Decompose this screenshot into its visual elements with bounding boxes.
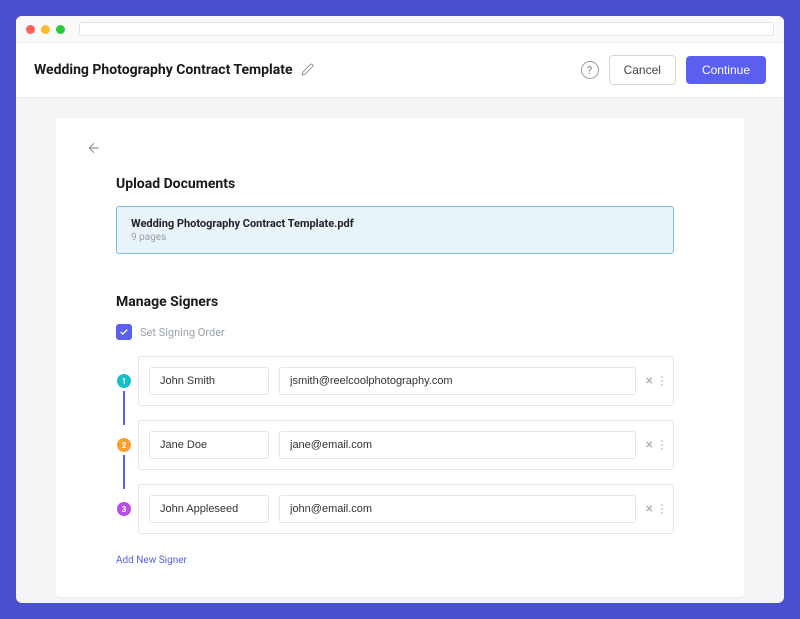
doc-name: Wedding Photography Contract Template.pd…: [131, 217, 659, 230]
connector-line: [123, 455, 125, 489]
minimize-window-icon[interactable]: [41, 25, 50, 34]
drag-handle-icon[interactable]: [661, 440, 663, 450]
main-card: Upload Documents Wedding Photography Con…: [56, 118, 744, 597]
order-badge: 3: [117, 502, 131, 516]
remove-signer-icon[interactable]: ×: [646, 501, 653, 517]
signer-email-input[interactable]: [279, 431, 636, 459]
remove-signer-icon[interactable]: ×: [646, 437, 653, 453]
remove-signer-icon[interactable]: ×: [646, 373, 653, 389]
connector-line: [123, 391, 125, 425]
signer-name-input[interactable]: [149, 367, 269, 395]
upload-section: Upload Documents Wedding Photography Con…: [86, 176, 684, 567]
signer-row: 2 ×: [138, 420, 674, 470]
order-badge: 2: [117, 438, 131, 452]
row-actions: ×: [646, 501, 663, 517]
help-icon[interactable]: ?: [581, 61, 599, 79]
row-actions: ×: [646, 373, 663, 389]
order-badge: 1: [117, 374, 131, 388]
signer-email-input[interactable]: [279, 495, 636, 523]
app-window: Wedding Photography Contract Template ? …: [16, 16, 784, 603]
signing-order-checkbox[interactable]: [116, 324, 132, 340]
signer-name-input[interactable]: [149, 431, 269, 459]
continue-button[interactable]: Continue: [686, 56, 766, 84]
signing-order-label: Set Signing Order: [140, 326, 225, 339]
signer-row: 3 ×: [138, 484, 674, 534]
content-area: Upload Documents Wedding Photography Con…: [16, 98, 784, 603]
manage-title: Manage Signers: [116, 294, 674, 310]
uploaded-document[interactable]: Wedding Photography Contract Template.pd…: [116, 206, 674, 254]
page-title: Wedding Photography Contract Template: [34, 62, 293, 78]
titlebar: [16, 16, 784, 43]
row-actions: ×: [646, 437, 663, 453]
back-arrow-icon[interactable]: [86, 140, 102, 160]
signing-order-row: Set Signing Order: [116, 324, 674, 340]
page-header: Wedding Photography Contract Template ? …: [16, 43, 784, 98]
header-left: Wedding Photography Contract Template: [34, 61, 314, 80]
add-signer-link[interactable]: Add New Signer: [116, 555, 187, 566]
header-right: ? Cancel Continue: [581, 55, 766, 85]
signer-email-input[interactable]: [279, 367, 636, 395]
drag-handle-icon[interactable]: [661, 376, 663, 386]
upload-title: Upload Documents: [116, 176, 674, 192]
cancel-button[interactable]: Cancel: [609, 55, 676, 85]
drag-handle-icon[interactable]: [661, 504, 663, 514]
close-window-icon[interactable]: [26, 25, 35, 34]
signers-list: 1 × 2: [116, 356, 674, 534]
doc-meta: 9 pages: [131, 232, 659, 243]
url-bar[interactable]: [79, 22, 774, 36]
signer-name-input[interactable]: [149, 495, 269, 523]
maximize-window-icon[interactable]: [56, 25, 65, 34]
edit-title-icon[interactable]: [301, 61, 314, 80]
signer-row: 1 ×: [138, 356, 674, 406]
